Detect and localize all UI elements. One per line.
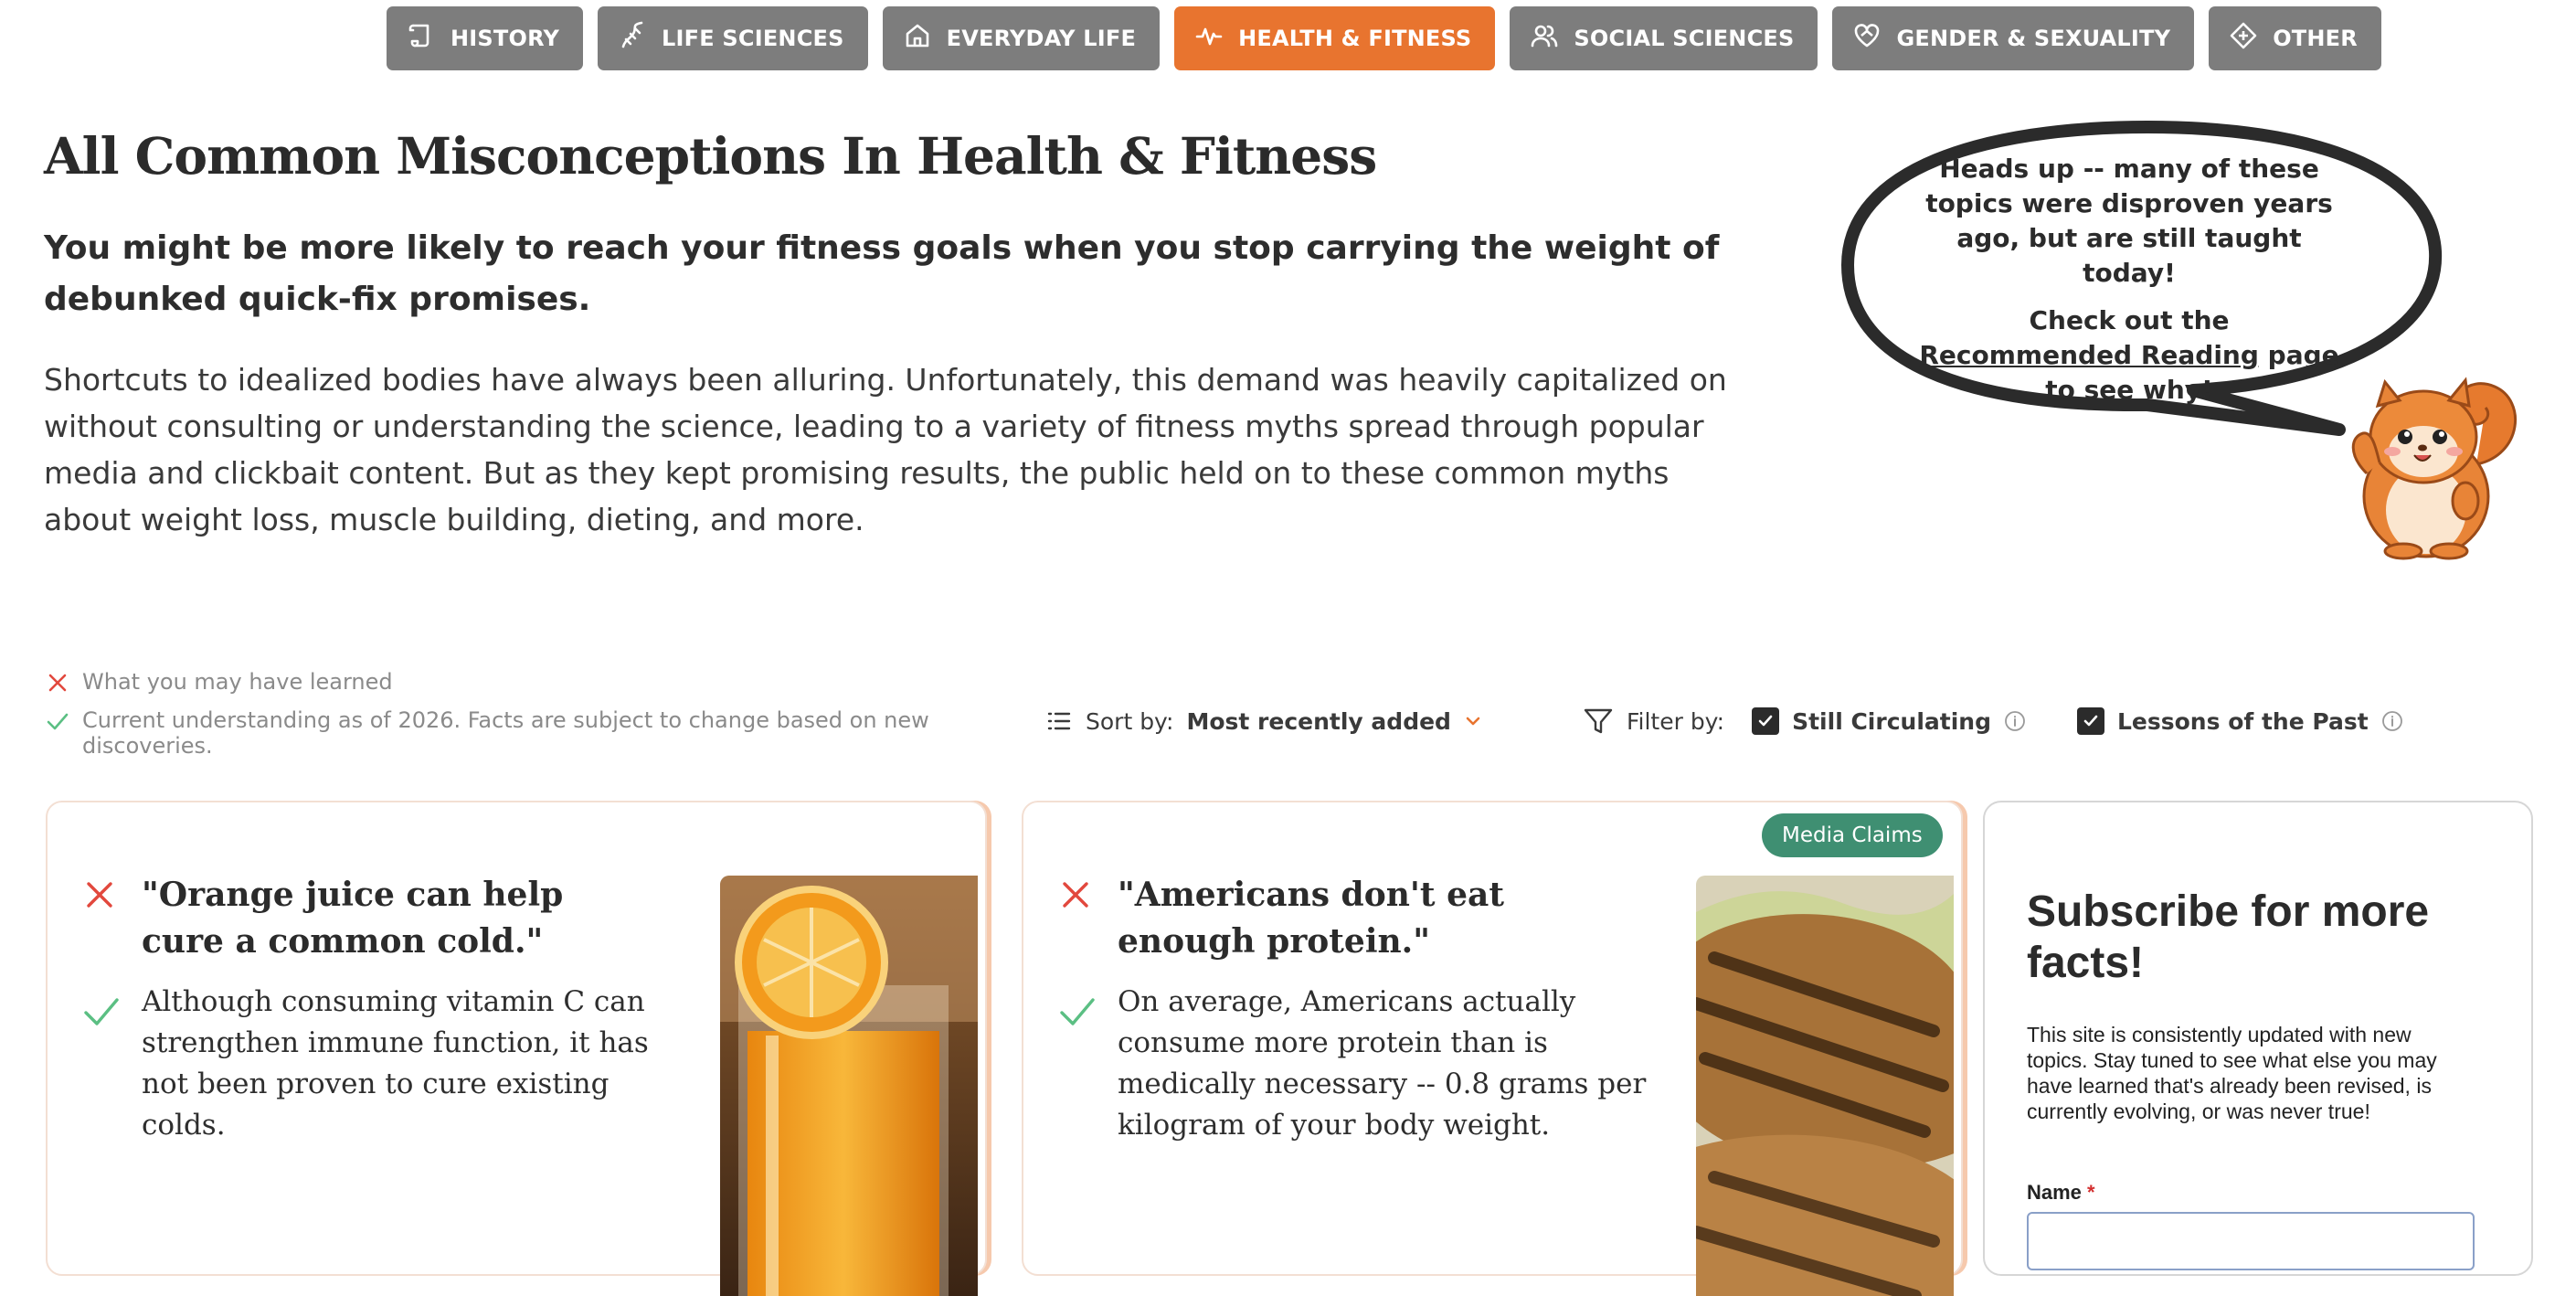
tab-history[interactable]: HISTORY: [387, 6, 584, 70]
legend-learned: What you may have learned: [46, 669, 1005, 695]
tab-life-sciences[interactable]: LIFE SCIENCES: [598, 6, 868, 70]
home-icon: [903, 21, 932, 56]
tab-health-fitness-label: HEALTH & FITNESS: [1238, 26, 1472, 51]
card-fact: On average, Americans actually consume m…: [1118, 985, 1647, 1142]
still-circulating-label: Still Circulating: [1792, 707, 1991, 735]
legend-current-text: Current understanding as of 2026. Facts …: [82, 707, 929, 759]
page-title: All Common Misconceptions In Health & Fi…: [44, 126, 1377, 186]
tab-everyday-life-label: EVERYDAY LIFE: [946, 26, 1137, 51]
info-icon[interactable]: [2004, 710, 2026, 732]
check-icon: [1060, 998, 1095, 1025]
tab-health-fitness[interactable]: HEALTH & FITNESS: [1174, 6, 1496, 70]
subscribe-panel: Subscribe for more facts! This site is c…: [1983, 801, 2533, 1276]
diamond-icon: [2229, 21, 2258, 56]
media-claims-tag: Media Claims: [1762, 813, 1943, 857]
sort-dropdown[interactable]: Sort by: Most recently added: [1045, 707, 1482, 735]
heart-hands-icon: [1852, 21, 1882, 56]
legend-current: Current understanding as of 2026. Facts …: [46, 707, 1005, 759]
misconception-card[interactable]: Media Claims "Americans don't eat enough…: [1022, 801, 1963, 1296]
tab-social-sciences[interactable]: SOCIAL SCIENCES: [1510, 6, 1818, 70]
legend-learned-text: What you may have learned: [82, 669, 393, 695]
page-lead: You might be more likely to reach your f…: [44, 229, 1720, 318]
dna-icon: [618, 21, 647, 56]
bubble-check-out: Check out the: [2029, 305, 2230, 335]
speech-bubble-text: Heads up -- many of these topics were di…: [1919, 152, 2339, 408]
list-icon: [1047, 712, 1071, 730]
page-intro: Shortcuts to idealized bodies have alway…: [44, 362, 1727, 537]
tab-other-label: OTHER: [2273, 26, 2358, 51]
lessons-of-the-past-checkbox[interactable]: [2076, 707, 2104, 735]
bubble-recommend: Check out the Recommended Reading page t…: [1919, 303, 2339, 408]
chevron-down-icon: [1466, 717, 1480, 726]
hamster-mascot-illustration: [2351, 377, 2517, 560]
tab-life-sciences-label: LIFE SCIENCES: [662, 26, 844, 51]
subscribe-text: This site is consistently updated with n…: [2027, 1023, 2437, 1123]
bubble-heads-up: Heads up -- many of these topics were di…: [1925, 154, 2333, 288]
funnel-icon: [1584, 708, 1613, 734]
recommended-reading-link[interactable]: Recommended Reading: [1919, 340, 2259, 370]
orange-juice-photo: [720, 876, 978, 1296]
filter-group: Filter by: Still Circulating Lessons of …: [1583, 706, 2403, 737]
check-icon: [47, 713, 69, 730]
name-label-text: Name: [2027, 1181, 2082, 1204]
tab-history-label: HISTORY: [451, 26, 560, 51]
filter-still-circulating[interactable]: Still Circulating: [1752, 707, 2026, 735]
required-asterisk: *: [2087, 1181, 2095, 1204]
filter-lessons-of-the-past[interactable]: Lessons of the Past: [2076, 707, 2403, 735]
pulse-icon: [1194, 21, 1224, 56]
check-icon: [84, 998, 119, 1025]
people-icon: [1530, 21, 1559, 56]
cross-icon: [1063, 882, 1088, 908]
name-field-label: Name *: [2027, 1181, 2095, 1205]
info-icon[interactable]: [2381, 710, 2403, 732]
cross-icon: [87, 882, 112, 908]
scroll-icon: [407, 21, 436, 56]
name-input[interactable]: [2027, 1212, 2475, 1270]
category-tabs: HISTORY LIFE SCIENCES EVERYDAY LIFE HEAL…: [387, 6, 2381, 70]
still-circulating-checkbox[interactable]: [1752, 707, 1780, 735]
sort-value: Most recently added: [1186, 707, 1451, 735]
legend: What you may have learned Current unders…: [46, 669, 1005, 759]
list-controls: Sort by: Most recently added Filter by: …: [1045, 706, 2403, 737]
tab-other[interactable]: OTHER: [2209, 6, 2381, 70]
filter-label: Filter by:: [1626, 707, 1725, 735]
misconception-card[interactable]: "Orange juice can help cure a common col…: [46, 801, 987, 1296]
tab-gender-sexuality-label: GENDER & SEXUALITY: [1896, 26, 2171, 51]
sort-label: Sort by:: [1086, 707, 1174, 735]
card-fact: Although consuming vitamin C can strengt…: [142, 985, 649, 1142]
tab-gender-sexuality[interactable]: GENDER & SEXUALITY: [1832, 6, 2195, 70]
subscribe-title: Subscribe for more facts!: [2027, 887, 2430, 987]
tab-everyday-life[interactable]: EVERYDAY LIFE: [882, 6, 1161, 70]
tab-social-sciences-label: SOCIAL SCIENCES: [1574, 26, 1795, 51]
card-claim: "Orange juice can help cure a common col…: [142, 876, 564, 961]
cross-icon: [48, 674, 67, 692]
lessons-of-the-past-label: Lessons of the Past: [2116, 707, 2369, 735]
grilled-chicken-photo: [1696, 876, 1954, 1296]
card-claim: "Americans don't eat enough protein.": [1118, 876, 1504, 961]
